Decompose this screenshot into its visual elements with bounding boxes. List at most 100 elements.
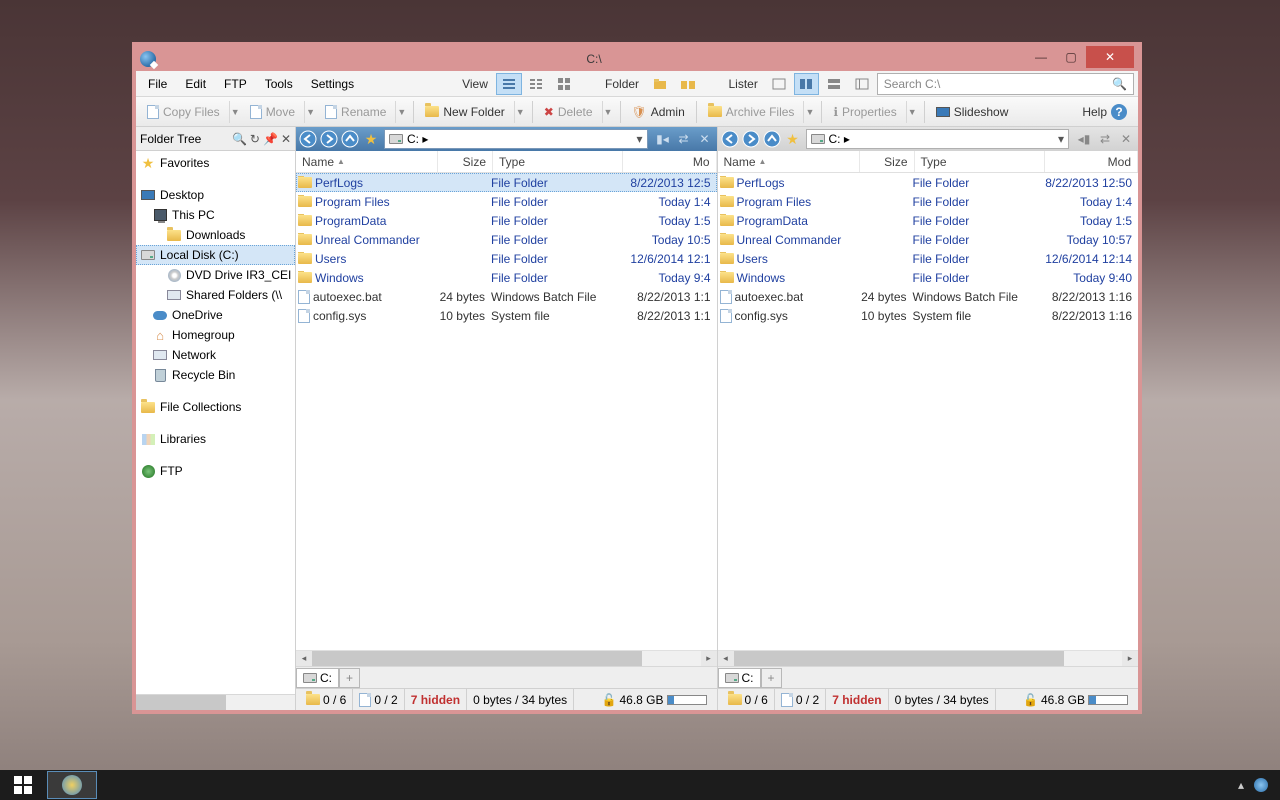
left-scrollbar[interactable]: ◂▸ [296, 650, 717, 666]
col-modified-r[interactable]: Mod [1045, 151, 1139, 172]
col-name-r[interactable]: Name▲ [718, 151, 860, 172]
folder-btn2[interactable] [675, 73, 701, 95]
help-button[interactable]: Help? [1077, 100, 1132, 124]
title-bar[interactable]: C:\ — ▢ ✕ [136, 46, 1138, 71]
favorites-button-r[interactable]: ★ [783, 129, 803, 149]
tree-item[interactable]: This PC [136, 205, 295, 225]
system-tray[interactable]: ▴ [1238, 778, 1280, 792]
minimize-button[interactable]: — [1026, 46, 1056, 68]
lister-more[interactable] [849, 73, 875, 95]
nav-swap-icon[interactable]: ⇄ [674, 129, 694, 149]
lister-dual-h[interactable] [821, 73, 847, 95]
file-list-right[interactable]: PerfLogsFile Folder8/22/2013 12:50Progra… [718, 173, 1139, 650]
file-row[interactable]: Unreal CommanderFile FolderToday 10:57 [718, 230, 1139, 249]
back-button-r[interactable] [720, 129, 740, 149]
rename-button[interactable]: Rename [320, 100, 391, 124]
column-header-right[interactable]: Name▲ Size Type Mod [718, 151, 1139, 173]
left-tab[interactable]: C: [296, 668, 339, 688]
maximize-button[interactable]: ▢ [1056, 46, 1086, 68]
column-header-left[interactable]: Name▲ Size Type Mo [296, 151, 717, 173]
file-row[interactable]: Program FilesFile FolderToday 1:4 [718, 192, 1139, 211]
file-row[interactable]: Unreal CommanderFile FolderToday 10:5 [296, 230, 717, 249]
right-tab[interactable]: C: [718, 668, 761, 688]
file-row[interactable]: UsersFile Folder12/6/2014 12:1 [296, 249, 717, 268]
menu-file[interactable]: File [140, 74, 175, 94]
address-bar-right[interactable]: C: ▸▾ [806, 129, 1070, 149]
taskbar[interactable]: ▴ [0, 770, 1280, 800]
file-list-left[interactable]: PerfLogsFile Folder8/22/2013 12:5Program… [296, 173, 717, 650]
file-row[interactable]: WindowsFile FolderToday 9:40 [718, 268, 1139, 287]
properties-dropdown[interactable]: ▼ [906, 101, 918, 123]
taskbar-app[interactable] [47, 771, 97, 799]
archive-dropdown[interactable]: ▼ [803, 101, 815, 123]
favorites-button[interactable]: ★ [361, 129, 381, 149]
rename-dropdown[interactable]: ▼ [395, 101, 407, 123]
file-row[interactable]: WindowsFile FolderToday 9:4 [296, 268, 717, 287]
file-row[interactable]: PerfLogsFile Folder8/22/2013 12:5 [296, 173, 717, 192]
tree-item[interactable]: FTP [136, 461, 295, 481]
left-tab-add[interactable]: + [339, 668, 360, 688]
col-size[interactable]: Size [438, 151, 493, 172]
nav-close-icon[interactable]: ✕ [695, 129, 715, 149]
tray-app-icon[interactable] [1254, 778, 1268, 792]
copy-dropdown[interactable]: ▼ [229, 101, 241, 123]
tree-item[interactable]: DVD Drive IR3_CEI [136, 265, 295, 285]
col-type[interactable]: Type [493, 151, 623, 172]
up-button[interactable] [340, 129, 360, 149]
archive-button[interactable]: Archive Files [703, 100, 800, 124]
address-bar-left[interactable]: C: ▸▾ [384, 129, 648, 149]
file-row[interactable]: config.sys10 bytesSystem file8/22/2013 1… [718, 306, 1139, 325]
file-row[interactable]: ProgramDataFile FolderToday 1:5 [718, 211, 1139, 230]
col-name[interactable]: Name▲ [296, 151, 438, 172]
tree-item[interactable]: Recycle Bin [136, 365, 295, 385]
file-row[interactable]: UsersFile Folder12/6/2014 12:14 [718, 249, 1139, 268]
tree-item[interactable]: Shared Folders (\\ [136, 285, 295, 305]
tree-item[interactable]: Desktop [136, 185, 295, 205]
menu-settings[interactable]: Settings [303, 74, 362, 94]
tree-item[interactable]: OneDrive [136, 305, 295, 325]
file-row[interactable]: ProgramDataFile FolderToday 1:5 [296, 211, 717, 230]
tree-refresh-icon[interactable]: ↻ [250, 132, 260, 146]
tree-item[interactable]: Libraries [136, 429, 295, 449]
forward-button-r[interactable] [741, 129, 761, 149]
file-row[interactable]: autoexec.bat24 bytesWindows Batch File8/… [718, 287, 1139, 306]
file-row[interactable]: autoexec.bat24 bytesWindows Batch File8/… [296, 287, 717, 306]
lister-single[interactable] [766, 73, 792, 95]
tree-item[interactable]: ★Favorites [136, 153, 295, 173]
tree-item[interactable]: File Collections [136, 397, 295, 417]
view-list-button[interactable] [524, 73, 550, 95]
move-button[interactable]: Move [245, 100, 300, 124]
tree-search-icon[interactable]: 🔍 [232, 132, 247, 146]
start-button[interactable] [0, 770, 45, 800]
col-modified[interactable]: Mo [623, 151, 717, 172]
nav-prev-icon[interactable]: ▮◂ [653, 129, 673, 149]
tree-horizontal-scrollbar[interactable] [136, 694, 295, 710]
right-scrollbar[interactable]: ◂▸ [718, 650, 1139, 666]
newfolder-dropdown[interactable]: ▼ [514, 101, 526, 123]
view-details-button[interactable] [496, 73, 522, 95]
search-input[interactable]: Search C:\ 🔍 [877, 73, 1134, 95]
tree-item[interactable]: Downloads [136, 225, 295, 245]
back-button[interactable] [298, 129, 318, 149]
file-row[interactable]: Program FilesFile FolderToday 1:4 [296, 192, 717, 211]
menu-ftp[interactable]: FTP [216, 74, 255, 94]
properties-button[interactable]: ℹProperties [828, 100, 901, 124]
move-dropdown[interactable]: ▼ [304, 101, 316, 123]
tree-item[interactable]: Network [136, 345, 295, 365]
tray-chevron-icon[interactable]: ▴ [1238, 778, 1244, 792]
new-folder-button[interactable]: New Folder [420, 100, 509, 124]
tree-pin-icon[interactable]: 📌 [263, 132, 278, 146]
menu-edit[interactable]: Edit [177, 74, 214, 94]
slideshow-button[interactable]: Slideshow [931, 100, 1014, 124]
col-size-r[interactable]: Size [860, 151, 915, 172]
view-thumbs-button[interactable] [551, 73, 577, 95]
delete-button[interactable]: ✖Delete [539, 100, 598, 124]
right-tab-add[interactable]: + [761, 668, 782, 688]
copy-files-button[interactable]: Copy Files [142, 100, 225, 124]
file-row[interactable]: config.sys10 bytesSystem file8/22/2013 1… [296, 306, 717, 325]
nav-swap-icon-r[interactable]: ⇄ [1095, 129, 1115, 149]
folder-btn1[interactable] [647, 73, 673, 95]
forward-button[interactable] [319, 129, 339, 149]
lister-dual-v[interactable] [794, 73, 820, 95]
col-type-r[interactable]: Type [915, 151, 1045, 172]
